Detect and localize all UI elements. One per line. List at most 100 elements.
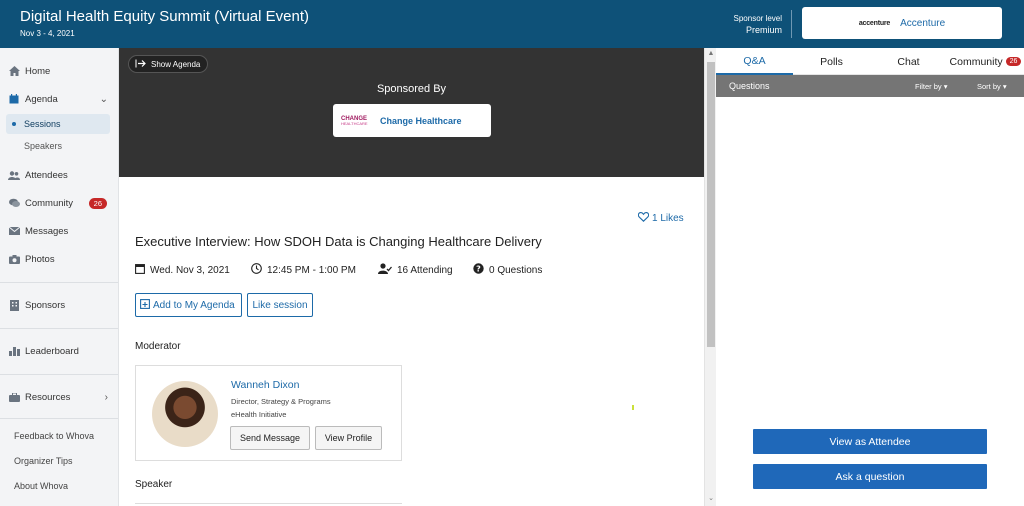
- people-icon: [8, 170, 20, 180]
- sponsor-level-label: Sponsor level: [733, 14, 782, 23]
- sidebar-item-label: Attendees: [25, 169, 68, 181]
- leaderboard-icon: [8, 346, 20, 356]
- calendar-icon: [135, 263, 145, 277]
- moderator-card: Wanneh Dixon Director, Strategy & Progra…: [135, 365, 402, 461]
- main-scrollbar[interactable]: ▲ ⌄: [704, 48, 716, 506]
- change-healthcare-logo: CHANGE HEALTHCARE: [341, 116, 375, 126]
- sidebar-item-label: Messages: [25, 225, 69, 237]
- question-icon: ?: [473, 263, 484, 277]
- add-to-agenda-button[interactable]: Add to My Agenda: [135, 293, 242, 317]
- session-date: Wed. Nov 3, 2021: [135, 263, 230, 277]
- svg-text:?: ?: [476, 265, 481, 274]
- panel-tabs: Q&A Polls Chat Community 26: [716, 48, 1024, 75]
- chat-icon: [8, 198, 20, 208]
- show-agenda-label: Show Agenda: [151, 59, 201, 69]
- scroll-up-icon[interactable]: ▲: [706, 50, 716, 57]
- view-profile-button[interactable]: View Profile: [315, 426, 382, 450]
- tab-polls[interactable]: Polls: [793, 48, 870, 75]
- sidebar-item-attendees[interactable]: Attendees: [0, 164, 118, 186]
- ask-question-button[interactable]: Ask a question: [753, 464, 987, 489]
- sidebar-item-community[interactable]: Community 26: [0, 192, 118, 214]
- sidebar-item-sponsors[interactable]: Sponsors: [0, 294, 118, 316]
- sidebar-divider: [0, 328, 118, 329]
- sidebar-item-home[interactable]: Home: [0, 60, 118, 82]
- sponsor-level: Sponsor level Premium: [724, 14, 782, 35]
- sponsored-by-label: Sponsored By: [376, 83, 447, 95]
- chevron-right-icon: ›: [104, 391, 108, 403]
- feedback-link[interactable]: Feedback to Whova: [14, 431, 94, 441]
- filter-by-dropdown[interactable]: Filter by ▾: [915, 82, 948, 91]
- calendar-icon: [8, 94, 20, 104]
- show-agenda-button[interactable]: Show Agenda: [128, 55, 209, 73]
- sidebar-item-label: Resources: [25, 391, 71, 403]
- session-title: Executive Interview: How SDOH Data is Ch…: [135, 234, 542, 249]
- sidebar-item-label: Sessions: [24, 119, 61, 129]
- tab-community[interactable]: Community 26: [947, 48, 1024, 75]
- heart-icon: [637, 212, 650, 225]
- sidebar-item-resources[interactable]: Resources ›: [0, 386, 118, 408]
- tab-qa[interactable]: Q&A: [716, 48, 793, 75]
- community-count-badge: 26: [88, 197, 107, 209]
- session-time: 12:45 PM - 1:00 PM: [251, 263, 356, 277]
- sidebar-item-label: Sponsors: [25, 299, 66, 311]
- tab-community-label: Community: [949, 55, 1003, 68]
- interaction-panel: Q&A Polls Chat Community 26 Questions Fi…: [716, 48, 1024, 506]
- sidebar-item-label: Community: [25, 197, 74, 209]
- sidebar: Home Agenda ⌄ Sessions Speakers Attendee…: [0, 48, 119, 506]
- sidebar-item-photos[interactable]: Photos: [0, 248, 118, 270]
- like-session-label: Like session: [252, 299, 308, 311]
- camera-icon: [8, 254, 20, 264]
- sidebar-item-leaderboard[interactable]: Leaderboard: [0, 340, 118, 362]
- session-date-text: Wed. Nov 3, 2021: [150, 264, 230, 276]
- like-session-button[interactable]: Like session: [247, 293, 313, 317]
- building-icon: [8, 299, 20, 311]
- sidebar-item-speakers[interactable]: Speakers: [6, 136, 110, 156]
- view-as-attendee-button[interactable]: View as Attendee: [753, 429, 987, 454]
- active-dot-icon: [12, 122, 16, 126]
- community-tab-badge: 26: [1005, 57, 1022, 66]
- questions-text: 0 Questions: [489, 264, 543, 276]
- attending-icon: [378, 263, 392, 277]
- sidebar-item-label: Speakers: [24, 141, 63, 151]
- send-message-button[interactable]: Send Message: [230, 426, 310, 450]
- home-icon: [8, 66, 20, 76]
- session-questions: ? 0 Questions: [473, 263, 542, 277]
- moderator-org: eHealth Initiative: [231, 410, 287, 419]
- scroll-down-icon[interactable]: ⌄: [706, 494, 716, 502]
- logo-line2: HEALTHCARE: [341, 120, 368, 126]
- sidebar-item-label: Agenda: [25, 93, 58, 105]
- calendar-plus-icon: [140, 298, 150, 312]
- organizer-tips-link[interactable]: Organizer Tips: [14, 456, 73, 466]
- sidebar-divider: [0, 418, 118, 419]
- clock-icon: [251, 263, 262, 277]
- scroll-thumb[interactable]: [707, 62, 715, 347]
- likes-label: 1 Likes: [652, 213, 684, 224]
- sponsor-level-value: Premium: [745, 25, 782, 35]
- moderator-name[interactable]: Wanneh Dixon: [231, 379, 299, 391]
- sidebar-item-sessions[interactable]: Sessions: [6, 114, 110, 134]
- event-dates: Nov 3 - 4, 2021: [20, 29, 75, 38]
- sidebar-item-messages[interactable]: Messages: [0, 220, 118, 242]
- top-header: Digital Health Equity Summit (Virtual Ev…: [0, 0, 1024, 48]
- sidebar-item-agenda[interactable]: Agenda ⌄: [0, 88, 118, 110]
- tab-chat[interactable]: Chat: [870, 48, 947, 75]
- avatar[interactable]: [152, 381, 218, 447]
- session-banner: Show Agenda Sponsored By CHANGE HEALTHCA…: [119, 48, 812, 177]
- header-sponsor-name: Accenture: [900, 17, 946, 29]
- header-sponsor-badge[interactable]: accenture Accenture: [802, 7, 1002, 39]
- session-time-text: 12:45 PM - 1:00 PM: [267, 264, 356, 276]
- sort-by-dropdown[interactable]: Sort by ▾: [977, 82, 1007, 91]
- about-whova-link[interactable]: About Whova: [14, 481, 68, 491]
- likes-counter[interactable]: 1 Likes: [637, 212, 684, 225]
- briefcase-icon: [8, 392, 20, 402]
- session-sponsor-card[interactable]: CHANGE HEALTHCARE Change Healthcare: [333, 104, 491, 137]
- event-title: Digital Health Equity Summit (Virtual Ev…: [20, 8, 309, 25]
- session-attending[interactable]: 16 Attending: [378, 263, 453, 277]
- divider: [791, 10, 792, 38]
- expand-icon: [135, 59, 146, 70]
- questions-label: Questions: [729, 81, 770, 91]
- mail-icon: [8, 226, 20, 236]
- moderator-heading: Moderator: [135, 341, 181, 352]
- attending-text: 16 Attending: [397, 264, 453, 276]
- accenture-logo: accenture: [858, 19, 891, 27]
